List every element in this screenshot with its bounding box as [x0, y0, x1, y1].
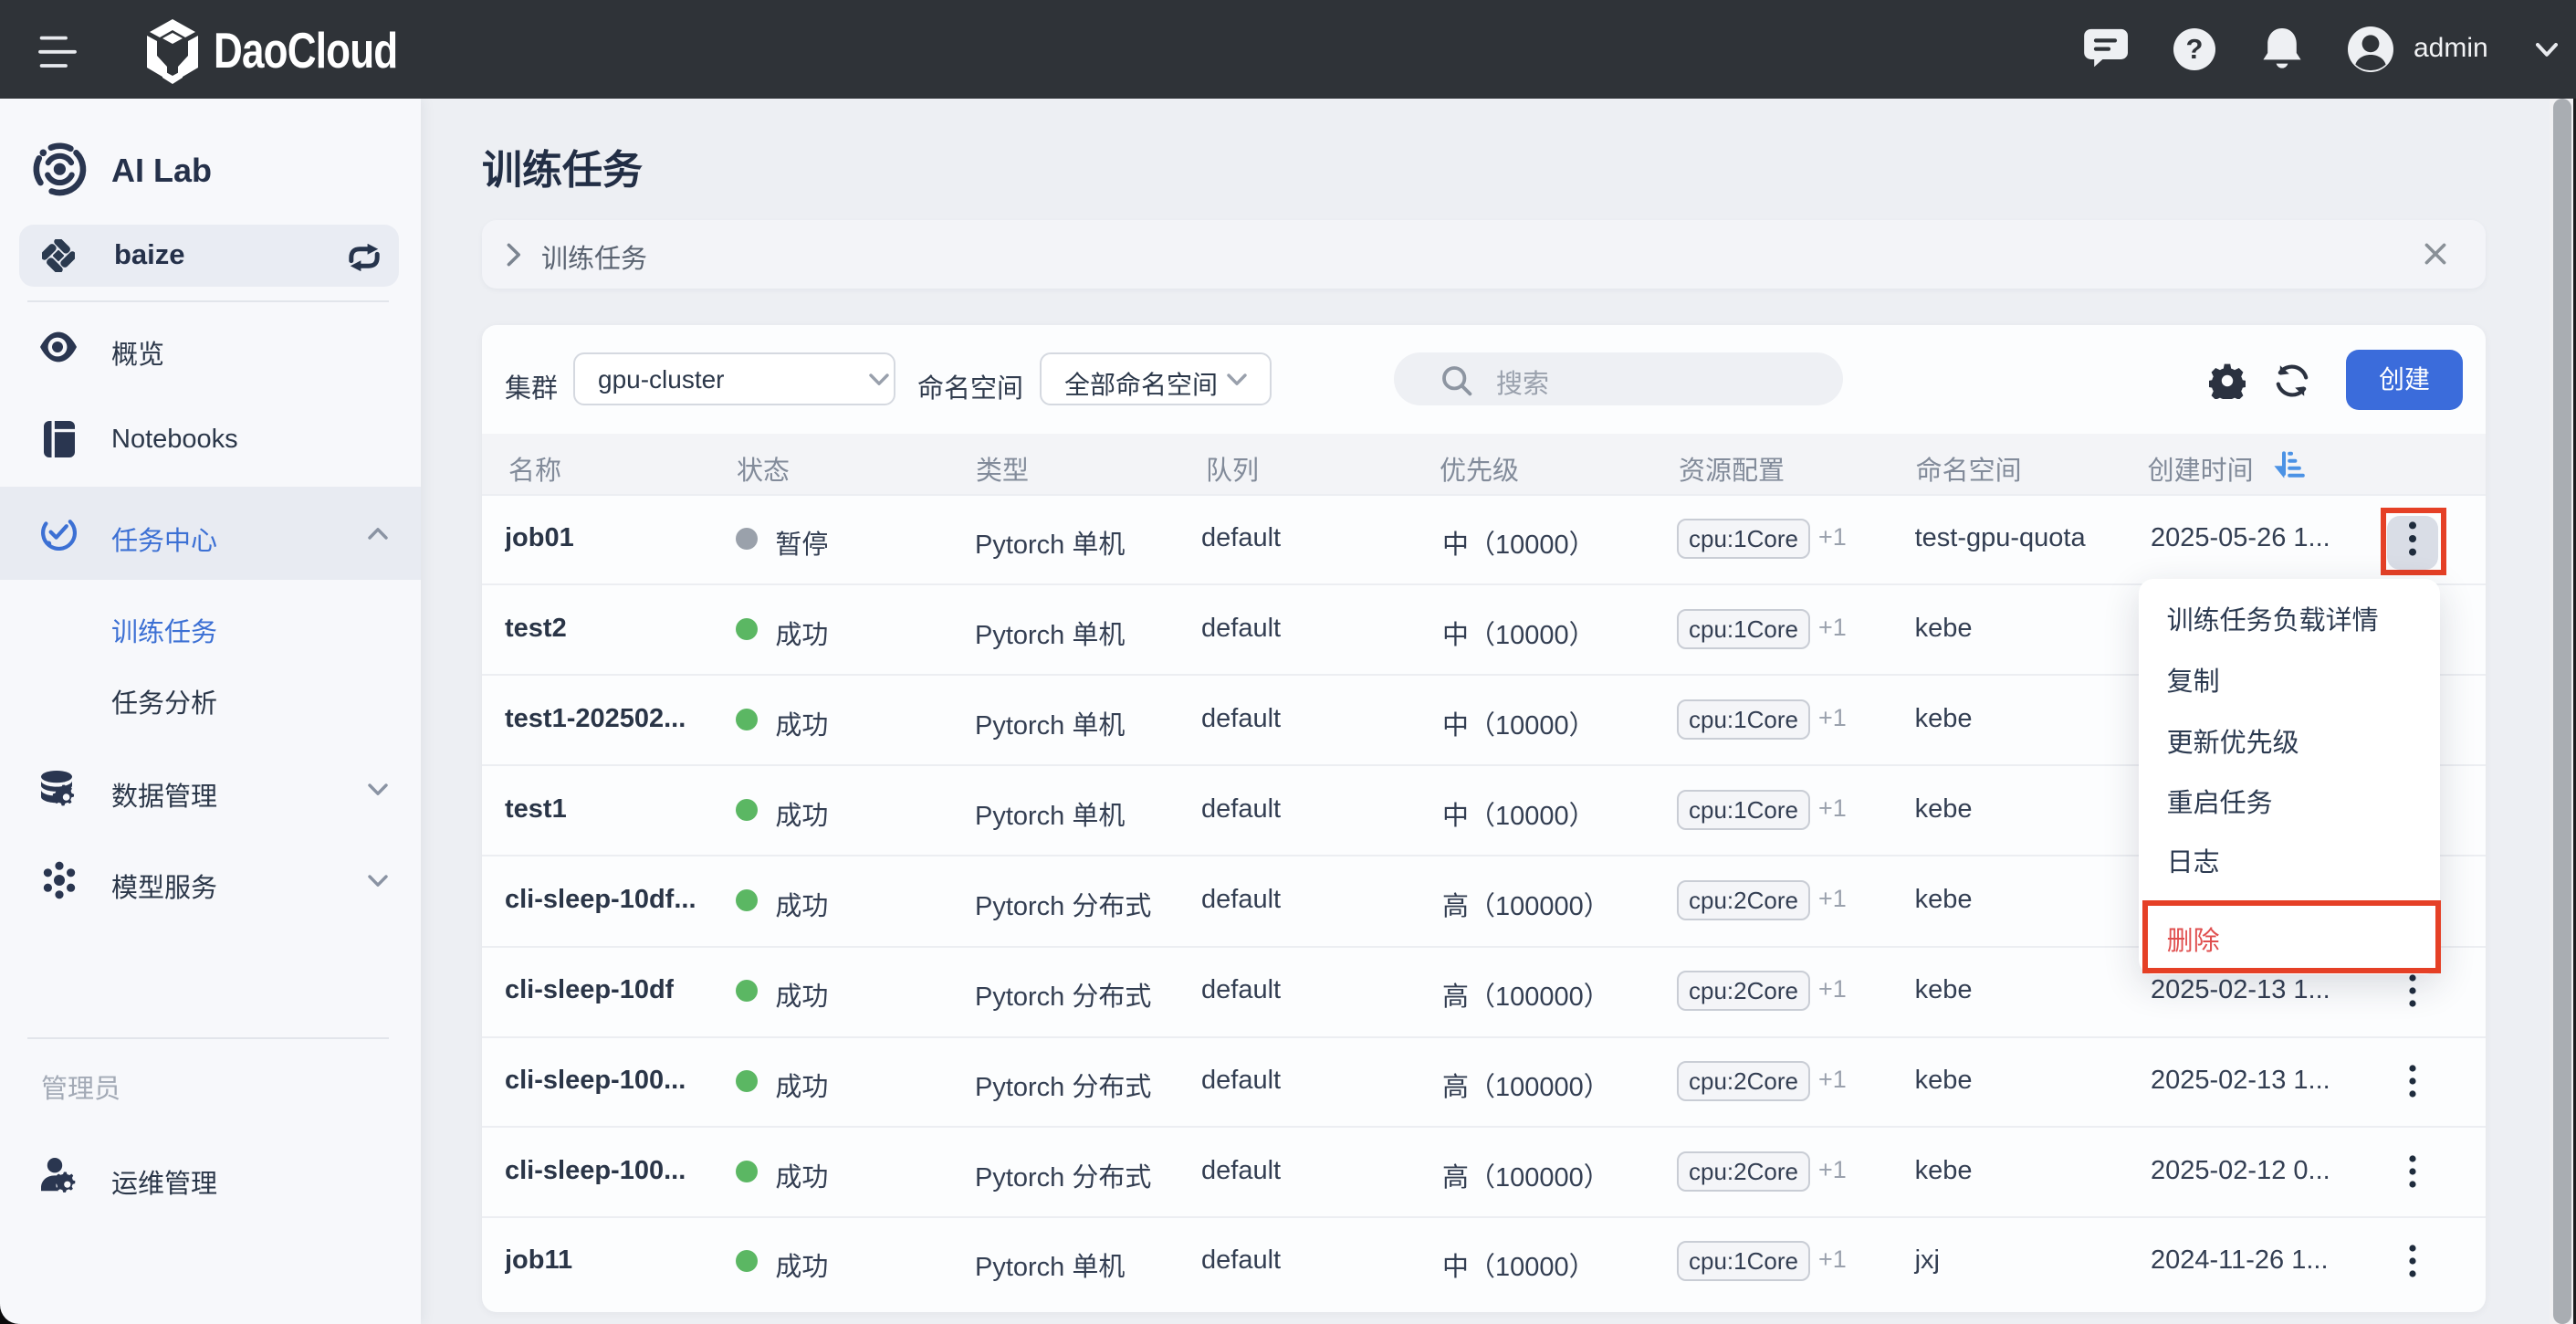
- svg-text:?: ?: [2186, 33, 2204, 65]
